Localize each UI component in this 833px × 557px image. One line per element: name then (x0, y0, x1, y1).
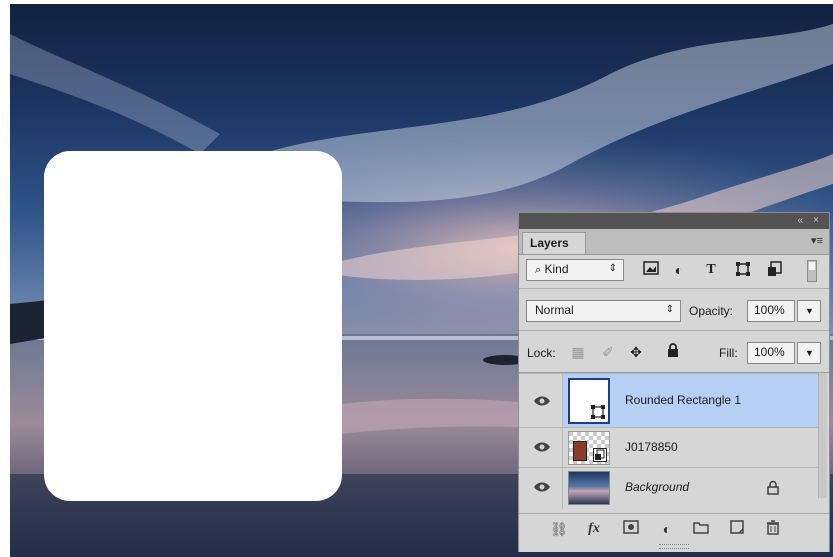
blend-mode-dropdown[interactable]: Normal ⇕ (526, 300, 681, 322)
layer-thumbnail-smart-object[interactable] (568, 431, 610, 465)
resize-grip[interactable] (659, 544, 689, 549)
visibility-toggle[interactable] (519, 468, 563, 509)
blend-mode-value: Normal (535, 303, 574, 317)
new-layer-icon[interactable] (727, 520, 747, 538)
rounded-rectangle-shape[interactable] (44, 151, 342, 501)
opacity-value: 100% (754, 303, 785, 317)
pixel-layer-filter-icon[interactable] (642, 261, 660, 279)
layers-panel: « × Layers ▾≡ ⌕ Kind ⇕ ◐ T Normal ⇕ Opac… (518, 212, 830, 552)
layer-name[interactable]: Background (625, 480, 689, 494)
panel-menu-icon[interactable]: ▾≡ (811, 234, 823, 247)
adjustment-layer-icon[interactable]: ◐ (657, 520, 677, 538)
opacity-dropdown-button[interactable]: ▼ (797, 300, 821, 322)
lock-icon (767, 480, 779, 495)
chevron-down-icon: ▼ (805, 306, 814, 316)
close-panel-icon[interactable]: × (813, 214, 819, 228)
shape-layer-filter-icon[interactable] (734, 261, 752, 279)
chevron-updown-icon: ⇕ (665, 304, 674, 315)
filter-kind-label: Kind (544, 262, 569, 276)
trash-icon[interactable] (763, 520, 783, 538)
visibility-toggle[interactable] (519, 374, 563, 427)
lock-image-pixels-icon[interactable]: ✐ (599, 343, 617, 361)
type-layer-filter-icon[interactable]: T (702, 261, 720, 279)
eye-icon (534, 482, 550, 492)
smart-object-filter-icon[interactable] (766, 261, 784, 279)
fill-input[interactable]: 100% (747, 342, 795, 364)
layers-footer-toolbar: ⛓ fx ◐ (519, 513, 829, 552)
eye-icon (534, 396, 550, 406)
layer-name[interactable]: Rounded Rectangle 1 (625, 393, 741, 407)
link-layers-icon[interactable]: ⛓ (549, 520, 569, 538)
lock-label: Lock: (527, 346, 556, 360)
collapse-panel-icon[interactable]: « (797, 214, 803, 228)
visibility-toggle[interactable] (519, 428, 563, 467)
opacity-input[interactable]: 100% (747, 300, 795, 322)
fill-label: Fill: (719, 346, 738, 360)
smart-object-badge-icon (593, 448, 607, 462)
adjustment-layer-filter-icon[interactable]: ◐ (670, 261, 688, 279)
eye-icon (534, 442, 550, 452)
chevron-updown-icon: ⇕ (608, 263, 617, 274)
shape-layer-badge-icon (591, 405, 605, 419)
search-icon: ⌕ (535, 264, 542, 276)
layer-style-fx-icon[interactable]: fx (584, 520, 604, 538)
opacity-label: Opacity: (689, 304, 734, 318)
lock-position-icon[interactable]: ✥ (627, 343, 645, 361)
layer-thumbnail-background[interactable] (568, 471, 610, 505)
tab-layers[interactable]: Layers (522, 232, 586, 254)
layer-row-j0178850[interactable]: J0178850 (519, 427, 819, 467)
layers-scrollbar[interactable] (818, 373, 827, 498)
panel-title-bar[interactable]: « × (519, 213, 829, 229)
layer-name[interactable]: J0178850 (625, 440, 678, 454)
fill-dropdown-button[interactable]: ▼ (797, 342, 821, 364)
panel-tab-row: Layers ▾≡ (519, 229, 829, 255)
lock-transparent-pixels-icon[interactable]: ▦ (569, 343, 587, 361)
filter-toggle-switch[interactable] (807, 260, 817, 282)
layer-row-rounded-rectangle[interactable]: Rounded Rectangle 1 (519, 373, 819, 427)
new-group-folder-icon[interactable] (691, 520, 711, 538)
add-mask-icon[interactable] (621, 520, 641, 538)
layer-row-background[interactable]: Background (519, 467, 819, 509)
lock-all-icon[interactable] (664, 343, 682, 361)
filter-kind-dropdown[interactable]: ⌕ Kind ⇕ (526, 259, 624, 281)
fill-value: 100% (754, 345, 785, 359)
chevron-down-icon: ▼ (805, 348, 814, 358)
layer-thumbnail-shape[interactable] (568, 378, 610, 424)
